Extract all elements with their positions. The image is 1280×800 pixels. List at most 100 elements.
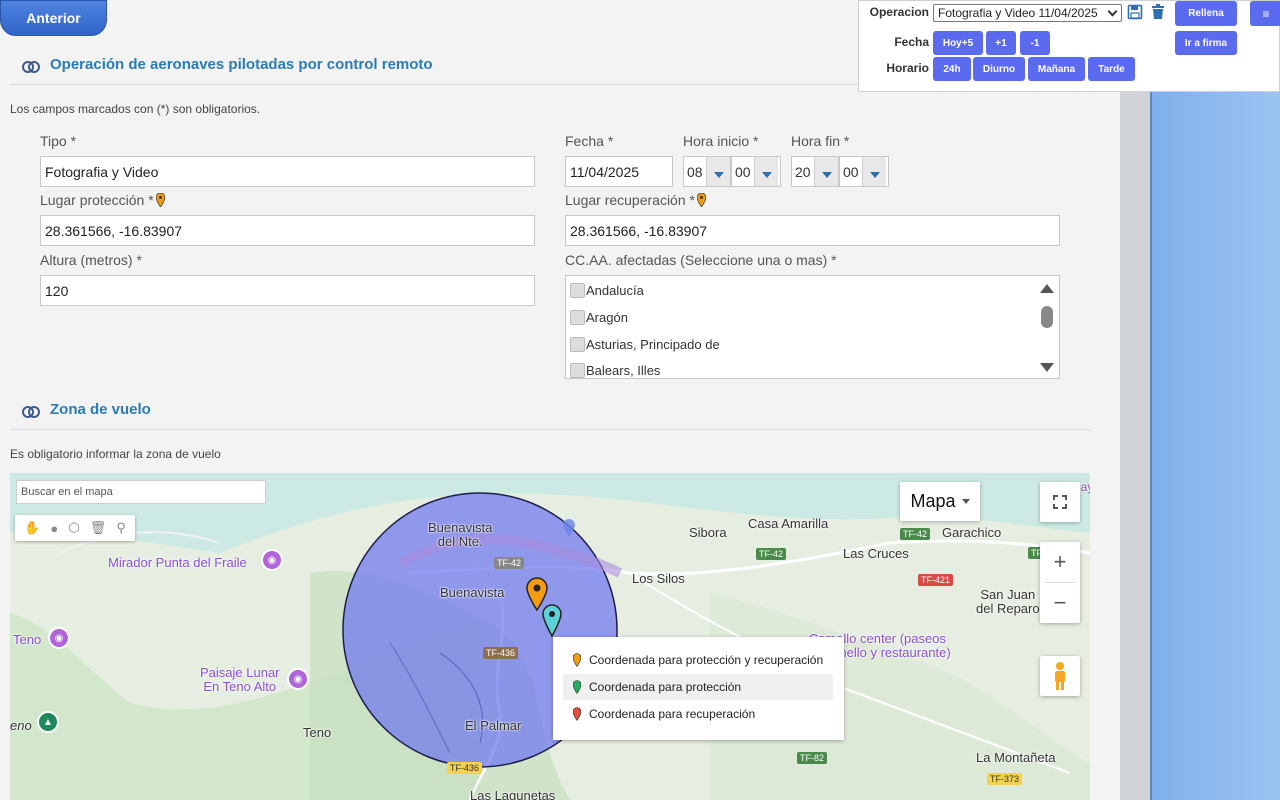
road-shield: TF-42 bbox=[900, 528, 931, 540]
zoom-control: + − bbox=[1040, 542, 1080, 623]
orange-pin-icon bbox=[573, 653, 581, 667]
section-title-text: Zona de vuelo bbox=[50, 401, 151, 418]
map-place-label: Las Cruces bbox=[843, 546, 909, 561]
operacion-select-value: Fotografia y Video 11/04/2025 bbox=[938, 6, 1098, 20]
map-type-label: Mapa bbox=[910, 491, 956, 511]
map-type-select[interactable]: Mapa bbox=[900, 482, 980, 521]
map-place-label: Teno bbox=[303, 725, 332, 740]
ccaa-option[interactable]: Asturias, Principado de bbox=[570, 337, 720, 352]
legend-item[interactable]: Coordenada para protección bbox=[563, 674, 833, 700]
street-view-button[interactable] bbox=[1040, 656, 1080, 696]
horario-label: Horario bbox=[886, 61, 929, 75]
ccaa-option[interactable]: Balears, Illes bbox=[570, 363, 660, 378]
horario-manana-button[interactable]: Mañana bbox=[1028, 57, 1085, 81]
hora-inicio-minute-select[interactable]: 00 bbox=[731, 156, 781, 187]
hora-fin-minute-select[interactable]: 00 bbox=[839, 156, 889, 187]
scroll-up-icon[interactable] bbox=[1040, 284, 1054, 293]
section-title-operation: Operación de aeronaves pilotadas por con… bbox=[22, 56, 433, 73]
marker-legend-popup: Coordenada para protección y recuperació… bbox=[553, 637, 844, 740]
legend-item[interactable]: Coordenada para protección y recuperació… bbox=[563, 647, 833, 673]
map-place-label: Garachico bbox=[942, 525, 1002, 540]
scroll-down-icon[interactable] bbox=[1040, 363, 1054, 372]
save-icon[interactable] bbox=[1127, 4, 1143, 20]
horario-diurno-button[interactable]: Diurno bbox=[973, 57, 1025, 81]
chevron-down-icon bbox=[754, 157, 778, 186]
ccaa-option-label: Andalucía bbox=[586, 283, 644, 298]
operacion-label: Operacion bbox=[869, 5, 929, 19]
hora-fin-hour-select[interactable]: 20 bbox=[791, 156, 839, 187]
polygon-icon[interactable]: ⬡ bbox=[68, 520, 79, 536]
tipo-field[interactable]: Fotografia y Video bbox=[40, 156, 535, 187]
hoy-plus5-button[interactable]: Hoy+5 bbox=[933, 31, 983, 55]
zona-required-note: Es obligatorio informar la zona de vuelo bbox=[10, 447, 221, 461]
trash-icon[interactable]: 🗑 bbox=[90, 520, 107, 536]
road-shield: TF-436 bbox=[447, 762, 483, 774]
camera-poi-icon[interactable]: ◉ bbox=[261, 549, 283, 571]
listbox-scrollbar[interactable] bbox=[1039, 280, 1055, 376]
legend-item[interactable]: Coordenada para recuperación bbox=[563, 701, 833, 727]
checkbox[interactable] bbox=[570, 337, 585, 352]
ccaa-option[interactable]: Andalucía bbox=[570, 283, 644, 298]
section-divider bbox=[10, 429, 1090, 430]
minus-one-button[interactable]: -1 bbox=[1020, 31, 1050, 55]
checkbox[interactable] bbox=[570, 283, 585, 298]
page-scroll-track bbox=[1120, 0, 1150, 800]
plus-one-button[interactable]: +1 bbox=[986, 31, 1016, 55]
hora-inicio-label: Hora inicio * bbox=[683, 133, 759, 149]
rellena-button[interactable]: Rellena bbox=[1175, 1, 1237, 26]
checkbox[interactable] bbox=[570, 310, 585, 325]
tree-poi-icon[interactable]: ▲ bbox=[37, 711, 59, 733]
road-shield: TF-42 bbox=[756, 548, 787, 560]
lugar-recuperacion-field[interactable]: 28.361566, -16.83907 bbox=[565, 215, 1060, 246]
legend-label: Coordenada para protección y recuperació… bbox=[589, 653, 824, 667]
flight-zone-map[interactable]: Buenavista del Nte. Buenavista Sibora Ca… bbox=[10, 473, 1090, 800]
chevron-down-icon bbox=[961, 499, 970, 504]
hand-icon[interactable]: ✋ bbox=[24, 520, 40, 536]
fecha-field[interactable]: 11/04/2025 bbox=[565, 156, 673, 187]
drone-icon bbox=[22, 405, 40, 418]
cyan-marker-icon[interactable] bbox=[542, 604, 562, 638]
lugar-proteccion-label: Lugar protección * bbox=[40, 192, 165, 208]
trash-icon[interactable] bbox=[1151, 4, 1165, 20]
horario-24h-button[interactable]: 24h bbox=[933, 57, 971, 81]
fullscreen-button[interactable] bbox=[1040, 482, 1080, 522]
menu-button[interactable]: ≡ bbox=[1250, 1, 1280, 26]
camera-poi-icon[interactable]: ◉ bbox=[48, 627, 70, 649]
ccaa-label: CC.AA. afectadas (Seleccione una o mas) … bbox=[565, 252, 837, 268]
map-place-label: Sibora bbox=[689, 525, 727, 540]
ccaa-listbox[interactable]: Andalucía Aragón Asturias, Principado de… bbox=[565, 275, 1060, 379]
hora-inicio-hour-select[interactable]: 08 bbox=[683, 156, 731, 187]
ir-a-firma-button[interactable]: Ir a firma bbox=[1175, 31, 1237, 55]
ccaa-option-label: Asturias, Principado de bbox=[586, 337, 720, 352]
hora-inicio-minute-value: 00 bbox=[735, 163, 751, 180]
ccaa-option-label: Aragón bbox=[586, 310, 628, 325]
scroll-thumb[interactable] bbox=[1041, 306, 1053, 328]
map-place-label: Mirador Punta del Fraile bbox=[108, 555, 247, 570]
back-button[interactable]: Anterior bbox=[0, 0, 107, 36]
map-place-label: Teno bbox=[13, 632, 42, 647]
road-shield: TF-82 bbox=[797, 752, 828, 764]
map-search-input[interactable]: Buscar en el mapa bbox=[16, 480, 266, 504]
ccaa-option[interactable]: Aragón bbox=[570, 310, 628, 325]
circle-icon[interactable]: ● bbox=[50, 521, 58, 536]
altura-field[interactable]: 120 bbox=[40, 275, 535, 306]
map-pin-icon[interactable] bbox=[155, 193, 165, 207]
quick-fill-panel: Operacion Fotografia y Video 11/04/2025 … bbox=[858, 0, 1280, 92]
hora-fin-hour-value: 20 bbox=[795, 163, 811, 180]
pin-icon[interactable]: ⚲ bbox=[116, 520, 126, 536]
green-pin-icon bbox=[573, 680, 581, 694]
map-pin-icon[interactable] bbox=[696, 193, 706, 207]
location-dot-icon bbox=[563, 519, 575, 537]
zoom-in-button[interactable]: + bbox=[1040, 542, 1080, 582]
lugar-proteccion-field[interactable]: 28.361566, -16.83907 bbox=[40, 215, 535, 246]
map-place-label: Paisaje Lunar En Teno Alto bbox=[200, 665, 280, 694]
chevron-down-icon bbox=[862, 157, 886, 186]
fullscreen-icon bbox=[1053, 495, 1067, 509]
camera-poi-icon[interactable]: ◉ bbox=[287, 668, 309, 690]
operacion-select[interactable]: Fotografia y Video 11/04/2025 bbox=[933, 4, 1122, 22]
checkbox[interactable] bbox=[570, 363, 585, 378]
horario-tarde-button[interactable]: Tarde bbox=[1088, 57, 1135, 81]
section-title-zona: Zona de vuelo bbox=[22, 401, 151, 418]
zoom-out-button[interactable]: − bbox=[1040, 583, 1080, 623]
hora-fin-label: Hora fin * bbox=[791, 133, 850, 149]
